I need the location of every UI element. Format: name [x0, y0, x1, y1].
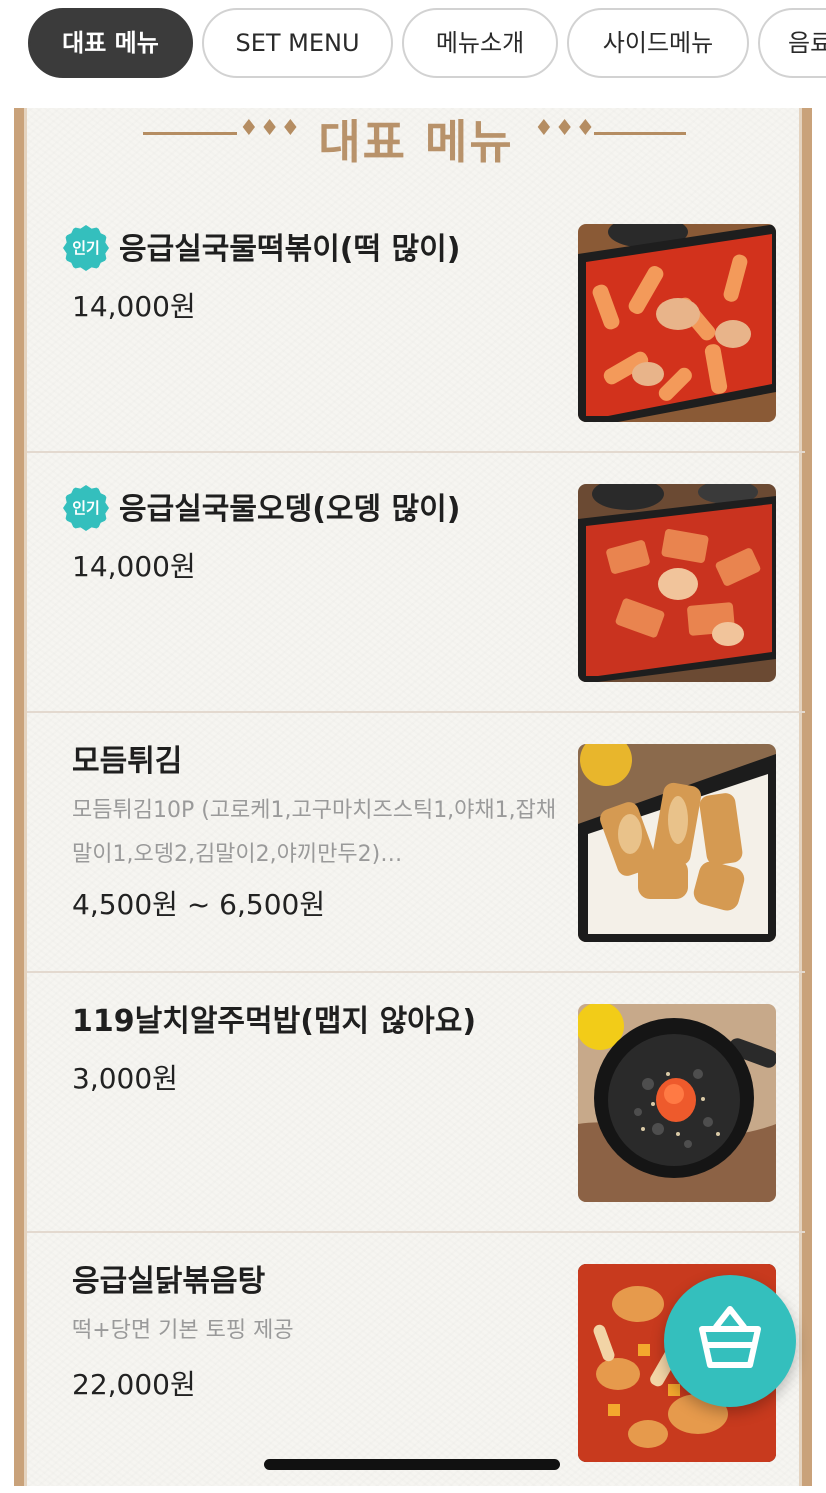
menu-item[interactable]: 인기 응급실국물떡볶이(떡 많이) 14,000원 [27, 193, 805, 453]
popular-badge: 인기 [63, 225, 109, 271]
tteokbokki-photo [578, 224, 776, 422]
section-header: ♦♦♦ 대표 메뉴 ♦♦♦ [27, 108, 805, 169]
menu-item-description: 떡+당면 기본 토핑 제공 [72, 1318, 294, 1343]
menu-item[interactable]: 인기 응급실국물오뎅(오뎅 많이) 14,000원 [27, 453, 805, 713]
cart-button[interactable] [664, 1275, 796, 1407]
popular-badge: 인기 [63, 485, 109, 531]
menu-item-name: 모듬튀김 [72, 744, 183, 779]
fried-snacks-photo [578, 744, 776, 942]
home-indicator [264, 1459, 560, 1470]
menu-item-price: 14,000원 [72, 290, 196, 323]
menu-item-name: 응급실닭볶음탕 [72, 1264, 266, 1299]
menu-item[interactable]: 119날치알주먹밥(맵지 않아요) 3,000원 [27, 973, 805, 1233]
category-tab-bar: 대표 메뉴 SET MENU 메뉴소개 사이드메뉴 음료 [0, 0, 826, 100]
fishcake-stew-photo [578, 484, 776, 682]
menu-item-price: 22,000원 [72, 1368, 196, 1401]
basket-icon [699, 1306, 761, 1368]
menu-item-price: 3,000원 [72, 1062, 178, 1095]
tab-set-menu[interactable]: SET MENU [202, 8, 393, 78]
rice-ball-bowl-photo [578, 1004, 776, 1202]
menu-item-description: 모듬튀김10P (고로케1,고구마치즈스틱1,야채1,잡채말이1,오뎅2,김말이… [72, 798, 557, 867]
tab-menu-intro[interactable]: 메뉴소개 [402, 8, 558, 78]
menu-item-price: 4,500원 ~ 6,500원 [72, 888, 326, 921]
section-title: 대표 메뉴 [318, 115, 514, 169]
menu-item-name: 119날치알주먹밥(맵지 않아요) [72, 1004, 477, 1039]
tab-drinks[interactable]: 음료 [758, 8, 826, 78]
menu-item-name: 응급실국물오뎅(오뎅 많이) [119, 492, 461, 527]
tab-side-menu[interactable]: 사이드메뉴 [567, 8, 749, 78]
ornament-diamonds-right: ♦♦♦ [534, 116, 597, 141]
menu-item-name: 응급실국물떡볶이(떡 많이) [119, 232, 461, 267]
tab-signature-menu[interactable]: 대표 메뉴 [28, 8, 193, 78]
menu-item[interactable]: 모듬튀김 모듬튀김10P (고로케1,고구마치즈스틱1,야채1,잡채말이1,오뎅… [27, 713, 805, 973]
ornament-line-right [594, 132, 686, 135]
menu-item-price: 14,000원 [72, 550, 196, 583]
